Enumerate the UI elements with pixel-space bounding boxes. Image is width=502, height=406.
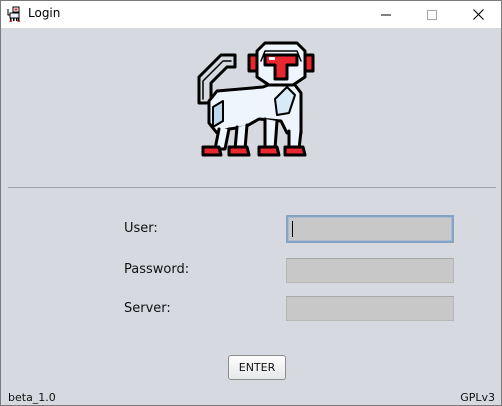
minimize-icon [381, 14, 391, 15]
header-separator [8, 187, 496, 188]
title-bar[interactable]: Login [1, 1, 501, 28]
text-caret [292, 221, 293, 237]
minimize-button[interactable] [363, 1, 409, 28]
maximize-icon [427, 9, 437, 20]
license-label: GPLv3 [460, 391, 495, 404]
enter-button[interactable]: ENTER [228, 355, 286, 380]
user-label: User: [124, 221, 158, 236]
login-window: Login User: Password: Server: ENTER beta… [0, 0, 502, 406]
robot-monkey-logo [197, 41, 315, 157]
server-label: Server: [124, 301, 171, 316]
close-button[interactable] [455, 1, 501, 28]
password-label: Password: [124, 262, 190, 277]
maximize-button[interactable] [409, 1, 455, 28]
window-title: Login [28, 6, 61, 20]
app-monkey-icon [7, 6, 20, 22]
version-label: beta_1.0 [8, 391, 56, 404]
password-input[interactable] [286, 258, 454, 283]
close-icon [472, 9, 484, 20]
server-input[interactable] [286, 296, 454, 321]
user-input[interactable] [286, 215, 454, 243]
